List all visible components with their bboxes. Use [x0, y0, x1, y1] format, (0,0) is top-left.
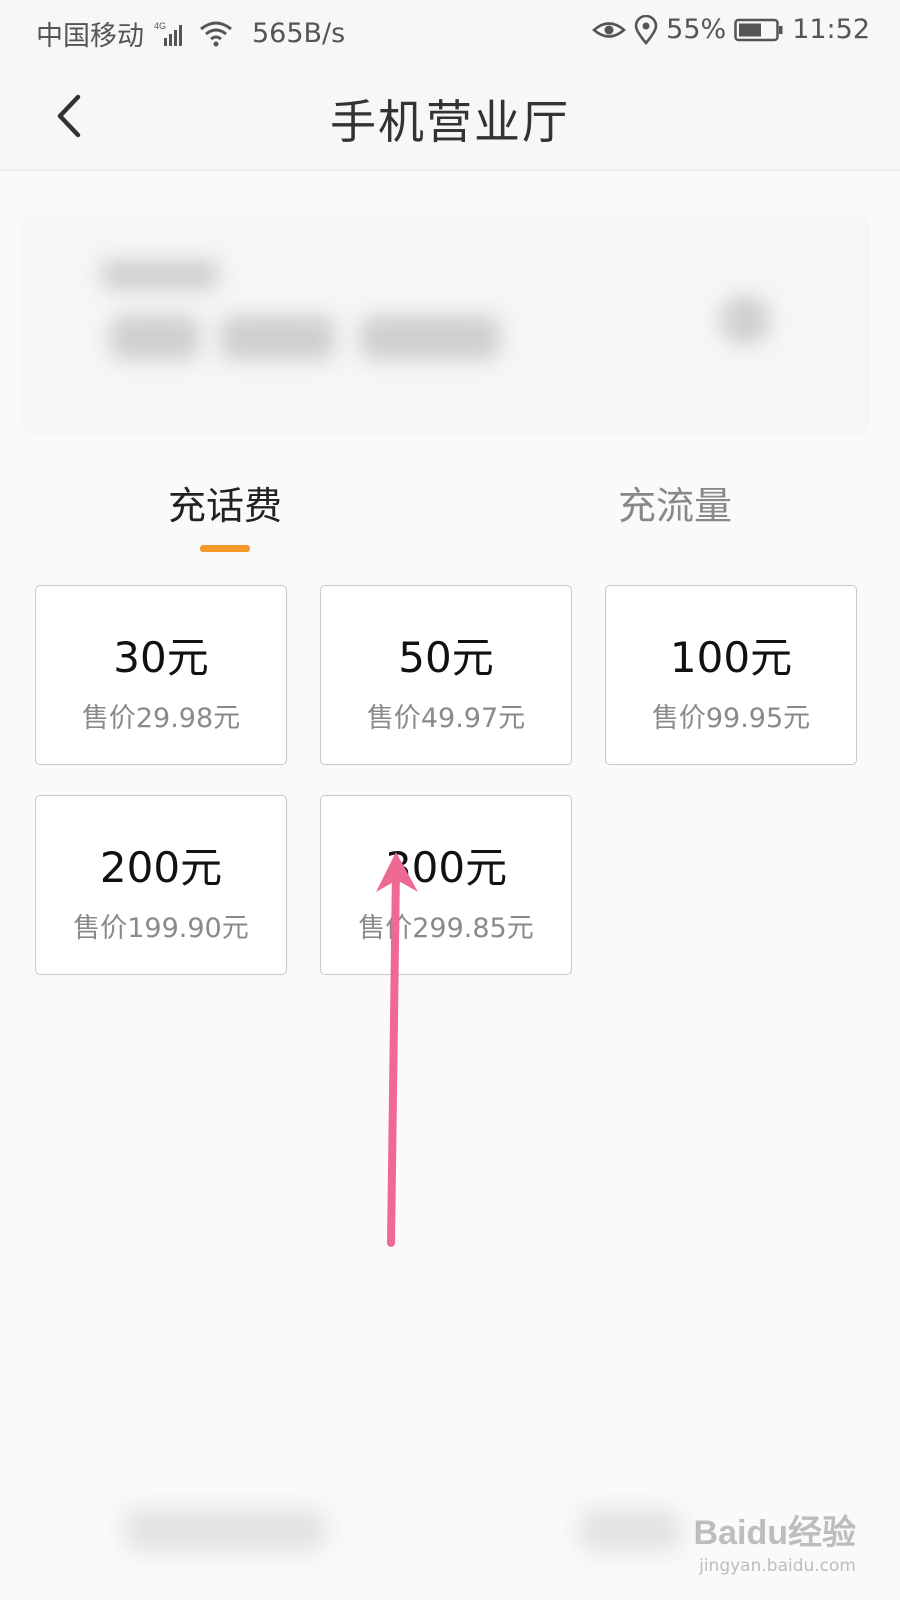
header-bar: 手机营业厅	[0, 64, 900, 171]
location-icon	[634, 14, 658, 45]
recharge-option-50[interactable]: 50元 售价49.97元	[320, 585, 572, 765]
option-price: 售价299.85元	[358, 913, 534, 944]
carrier-label: 中国移动	[36, 21, 144, 52]
recharge-option-30[interactable]: 30元 售价29.98元	[35, 585, 287, 765]
clock: 11:52	[792, 14, 870, 45]
active-tab-indicator	[200, 545, 250, 552]
option-price: 售价99.95元	[651, 703, 811, 734]
network-type-label: 4G	[154, 21, 166, 31]
tab-recharge-credit[interactable]: 充话费	[140, 475, 310, 530]
option-amount: 100元	[669, 633, 793, 682]
recharge-option-300[interactable]: 300元 售价299.85元	[320, 795, 572, 975]
battery-icon	[734, 17, 784, 43]
network-speed: 565B/s	[252, 18, 346, 49]
eye-icon	[592, 17, 627, 43]
tab-recharge-data[interactable]: 充流量	[590, 475, 760, 530]
option-amount: 200元	[99, 843, 223, 892]
signal-icon: 4G	[154, 20, 188, 48]
bottom-blurred-text	[125, 1510, 325, 1550]
option-amount: 50元	[398, 633, 494, 682]
option-price: 售价199.90元	[73, 913, 249, 944]
recharge-option-100[interactable]: 100元 售价99.95元	[605, 585, 857, 765]
option-amount: 30元	[113, 633, 209, 682]
status-bar-right: 55% 11:52	[592, 14, 870, 45]
watermark: Baidu经验 jingyan.baidu.com	[694, 1505, 856, 1576]
recharge-option-200[interactable]: 200元 售价199.90元	[35, 795, 287, 975]
battery-percent: 55%	[666, 14, 727, 45]
option-price: 售价49.97元	[366, 703, 526, 734]
watermark-logo: Baidu经验	[693, 1514, 856, 1552]
account-card-blurred	[20, 215, 870, 435]
status-bar: 中国移动 4G 565B/s 55% 11:52	[0, 0, 900, 64]
option-price: 售价29.98元	[81, 703, 241, 734]
page-title: 手机营业厅	[330, 95, 570, 149]
watermark-url: jingyan.baidu.com	[699, 1556, 856, 1576]
wifi-icon	[198, 19, 234, 49]
option-amount: 300元	[384, 843, 508, 892]
bottom-blurred-text	[580, 1510, 680, 1550]
status-bar-left: 中国移动 4G 565B/s	[36, 14, 345, 53]
